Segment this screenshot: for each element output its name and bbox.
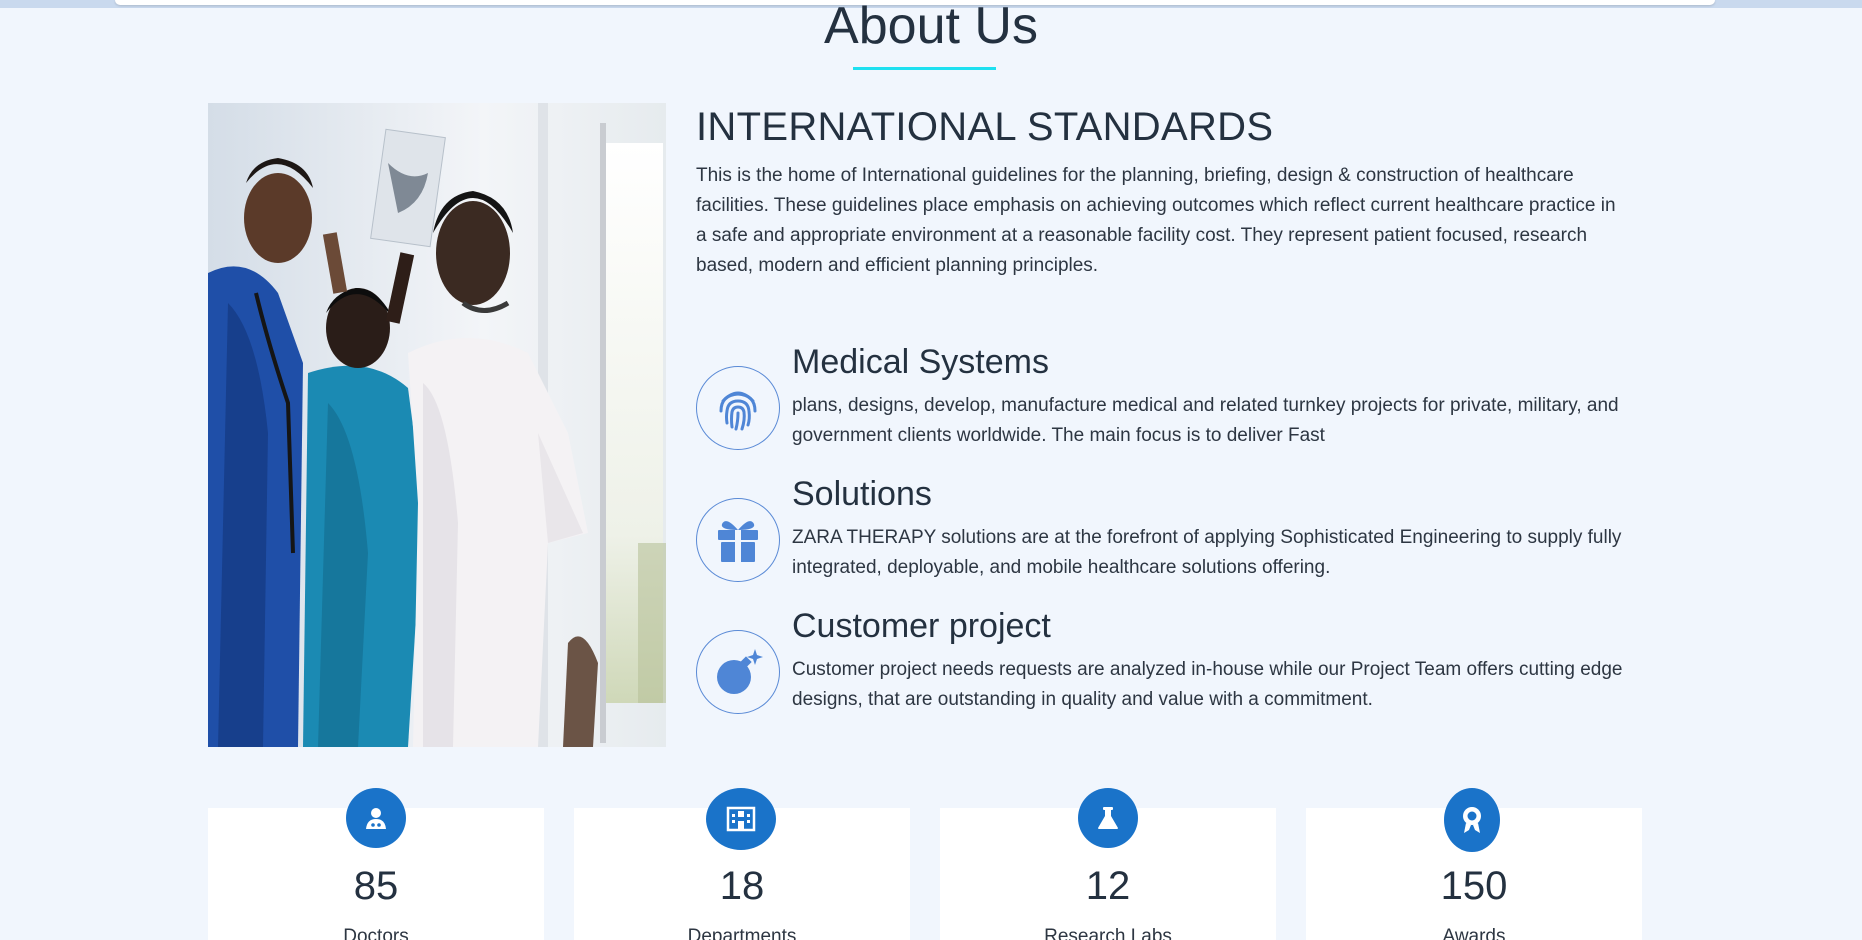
gift-icon — [696, 498, 780, 582]
feature-list: Medical Systems plans, designs, develop,… — [696, 340, 1636, 736]
title-underline — [853, 67, 996, 70]
about-content: INTERNATIONAL STANDARDS This is the home… — [696, 103, 1626, 281]
stat-label: Awards — [1442, 926, 1506, 940]
stat-card-doctors: 85 Doctors — [208, 788, 544, 940]
feature-customer-project: Customer project Customer project needs … — [696, 604, 1636, 736]
feature-text: ZARA THERAPY solutions are at the forefr… — [792, 527, 1622, 578]
standards-text: This is the home of International guidel… — [696, 165, 1616, 276]
feature-title: Medical Systems — [792, 343, 1049, 381]
stat-card-research-labs: 12 Research Labs — [940, 788, 1276, 940]
stats-row: 85 Doctors 18 Departments 12 Research La… — [208, 788, 1642, 940]
stat-value: 12 — [1085, 864, 1131, 908]
bomb-icon — [696, 630, 780, 714]
feature-title: Customer project — [792, 607, 1051, 645]
flask-icon — [1078, 788, 1138, 848]
feature-title: Solutions — [792, 475, 932, 513]
stat-value: 18 — [719, 864, 765, 908]
feature-medical-systems: Medical Systems plans, designs, develop,… — [696, 340, 1636, 472]
stat-label: Departments — [687, 926, 797, 940]
stat-value: 85 — [353, 864, 399, 908]
feature-solutions: Solutions ZARA THERAPY solutions are at … — [696, 472, 1636, 604]
doctor-icon — [346, 788, 406, 848]
hospital-icon — [706, 788, 776, 850]
award-icon — [1444, 788, 1500, 852]
standards-heading: INTERNATIONAL STANDARDS — [696, 105, 1274, 149]
stat-value: 150 — [1440, 864, 1508, 908]
section-title: About Us — [824, 0, 1038, 55]
fingerprint-icon — [696, 366, 780, 450]
stat-card-departments: 18 Departments — [574, 788, 910, 940]
feature-text: Customer project needs requests are anal… — [792, 659, 1623, 710]
stat-label: Doctors — [343, 926, 409, 940]
doctors-image — [208, 103, 666, 747]
stat-label: Research Labs — [1044, 926, 1172, 940]
stat-card-awards: 150 Awards — [1306, 788, 1642, 940]
about-photo — [208, 103, 666, 747]
feature-text: plans, designs, develop, manufacture med… — [792, 395, 1619, 446]
